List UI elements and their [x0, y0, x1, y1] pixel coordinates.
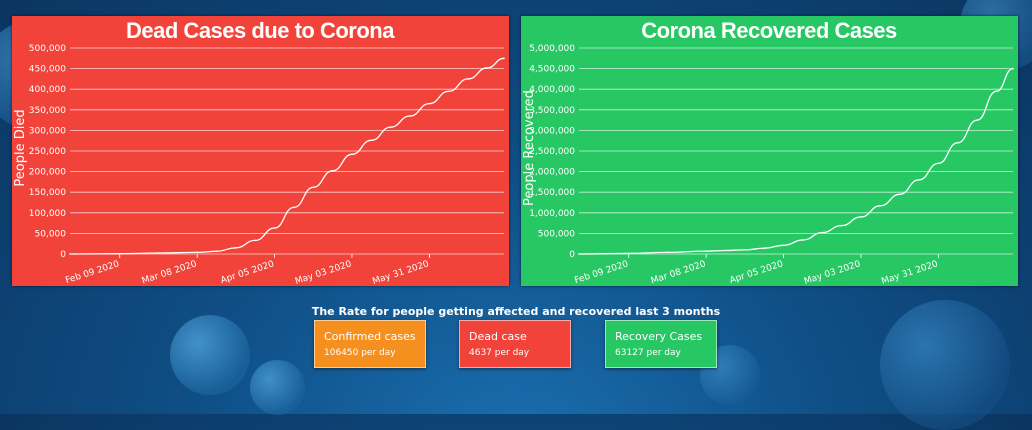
data-point: [782, 244, 785, 247]
data-point: [995, 90, 998, 93]
card-label: Dead case: [469, 330, 527, 343]
data-point: [157, 252, 160, 254]
y-tick-label: 5,000,000: [529, 44, 575, 54]
data-point: [744, 249, 746, 251]
y-tick-label: 4,500,000: [529, 65, 575, 75]
data-point: [293, 206, 295, 209]
data-point: [627, 252, 630, 255]
y-tick-label: 0: [569, 250, 575, 260]
y-tick-label: 100,000: [29, 209, 66, 219]
y-axis-label: People Died: [13, 109, 28, 186]
x-tick-label: Apr 05 2020: [728, 259, 784, 286]
dead-cases-card: Dead case 4637 per day: [459, 320, 571, 368]
x-tick-label: May 31 2020: [880, 259, 939, 286]
data-point: [937, 162, 940, 165]
data-point: [409, 115, 411, 117]
y-tick-label: 1,000,000: [529, 209, 575, 219]
virus-decoration-icon: [170, 315, 250, 395]
data-point: [763, 247, 766, 250]
y-tick-label: 500,000: [538, 229, 575, 239]
recovery-cases-card: Recovery Cases 63127 per day: [605, 320, 717, 368]
y-tick-label: 300,000: [29, 126, 66, 136]
y-tick-label: 250,000: [29, 147, 66, 157]
data-point: [918, 179, 920, 181]
data-point: [215, 250, 218, 253]
data-point: [69, 253, 71, 255]
y-tick-label: 200,000: [29, 168, 66, 178]
data-point: [273, 227, 276, 229]
data-point: [860, 216, 862, 218]
x-tick-label: Feb 09 2020: [573, 259, 630, 286]
data-point: [503, 57, 505, 60]
x-tick-label: Feb 09 2020: [64, 259, 121, 286]
x-tick-label: Apr 05 2020: [219, 259, 275, 286]
card-label: Confirmed cases: [324, 330, 416, 343]
data-point: [898, 193, 901, 196]
data-point: [447, 90, 450, 93]
y-tick-label: 150,000: [29, 188, 66, 198]
data-point: [370, 139, 373, 142]
data-point: [666, 251, 669, 254]
x-tick-label: May 31 2020: [371, 259, 430, 286]
x-tick-label: Mar 08 2020: [141, 259, 199, 286]
data-point: [1012, 67, 1014, 70]
data-point: [254, 239, 257, 242]
chart-title: Corona Recovered Cases: [641, 18, 897, 43]
data-point: [389, 126, 392, 128]
data-point: [428, 102, 431, 105]
data-point: [802, 239, 804, 241]
data-point: [724, 249, 727, 252]
data-point: [821, 231, 824, 234]
y-tick-label: 0: [60, 250, 66, 260]
data-point: [467, 78, 469, 80]
confirmed-cases-card: Confirmed cases 106450 per day: [314, 320, 426, 368]
card-value: 4637 per day: [469, 348, 530, 358]
card-value: 63127 per day: [615, 348, 681, 358]
data-point: [879, 204, 882, 207]
card-value: 106450 per day: [324, 348, 396, 358]
data-point: [486, 66, 489, 69]
y-axis-label: People Recovered: [522, 90, 537, 206]
data-point: [976, 119, 978, 121]
rate-section-title: The Rate for people getting affected and…: [311, 305, 721, 318]
data-point: [118, 252, 121, 255]
data-point: [956, 141, 959, 144]
virus-decoration-icon: [250, 360, 305, 415]
virus-decoration-icon: [880, 300, 1010, 430]
x-tick-label: Mar 08 2020: [650, 259, 708, 286]
x-tick-label: May 03 2020: [294, 259, 353, 286]
series-line: [578, 67, 1014, 255]
data-point: [351, 153, 353, 156]
chart-title: Dead Cases due to Corona: [126, 18, 395, 43]
data-point: [196, 251, 198, 254]
dead-cases-chart-panel: Dead Cases due to Corona 0 50,000 100,000 1…: [12, 16, 509, 286]
data-point: [840, 224, 843, 227]
data-point: [705, 250, 707, 252]
data-point: [578, 253, 580, 255]
y-tick-label: 450,000: [29, 65, 66, 75]
dead-cases-chart: Dead Cases due to Corona 0 50,000 100,000 1…: [13, 18, 505, 286]
series-line: [69, 57, 505, 255]
recovered-cases-chart-panel: Corona Recovered Cases 0 500,000 1,000,000…: [521, 16, 1018, 286]
y-tick-label: 50,000: [35, 229, 67, 239]
y-tick-label: 400,000: [29, 85, 66, 95]
card-label: Recovery Cases: [615, 330, 703, 343]
y-tick-label: 500,000: [29, 44, 66, 54]
recovered-cases-chart: Corona Recovered Cases 0 500,000 1,000,000…: [522, 18, 1014, 286]
x-tick-label: May 03 2020: [803, 259, 862, 286]
data-point: [235, 247, 237, 249]
data-point: [331, 169, 334, 172]
data-point: [312, 186, 315, 189]
y-tick-label: 350,000: [29, 106, 66, 116]
